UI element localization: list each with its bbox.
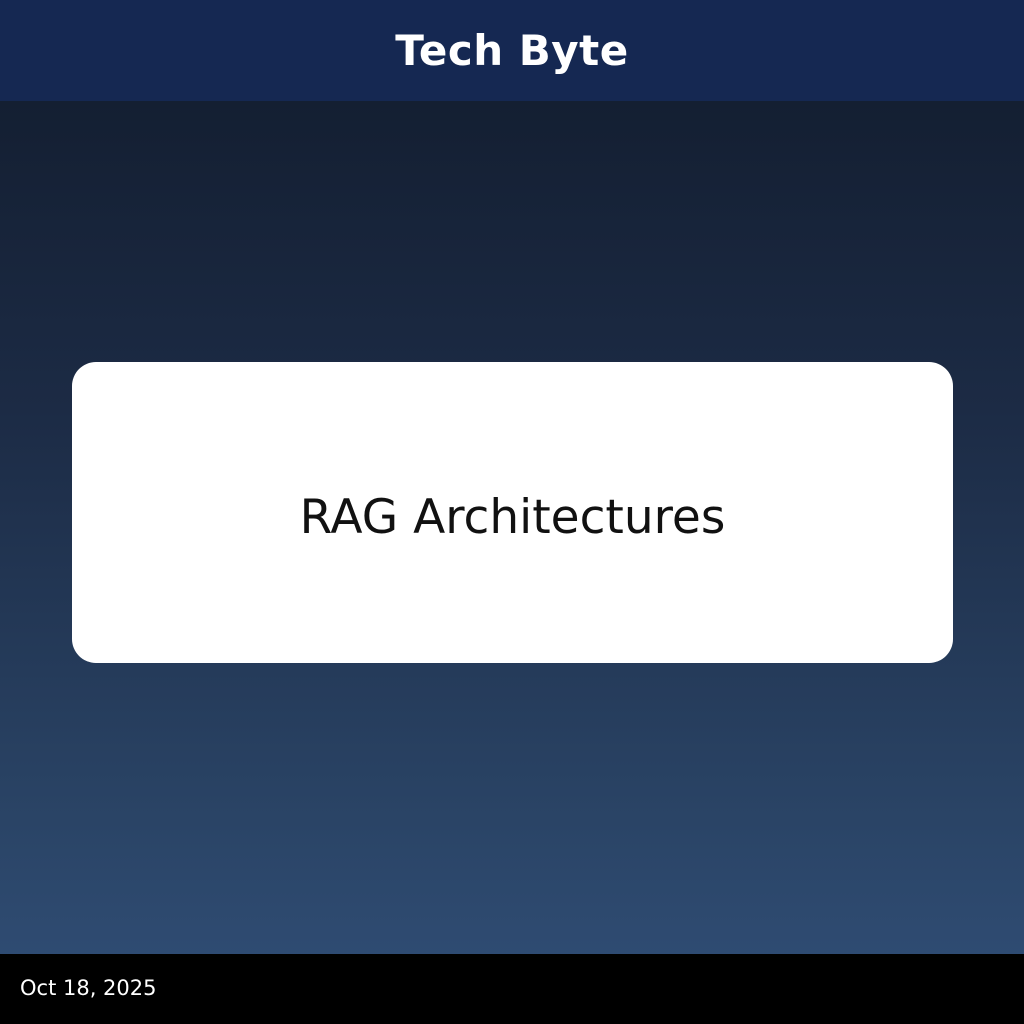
header-bar: Tech Byte <box>0 0 1024 101</box>
topic-card: RAG Architectures <box>72 362 953 663</box>
page: Tech Byte RAG Architectures Oct 18, 2025 <box>0 0 1024 1024</box>
topic-title: RAG Architectures <box>299 490 726 545</box>
header-title: Tech Byte <box>395 25 629 75</box>
footer-bar: Oct 18, 2025 <box>0 954 1024 1024</box>
publish-date: Oct 18, 2025 <box>20 975 157 1000</box>
